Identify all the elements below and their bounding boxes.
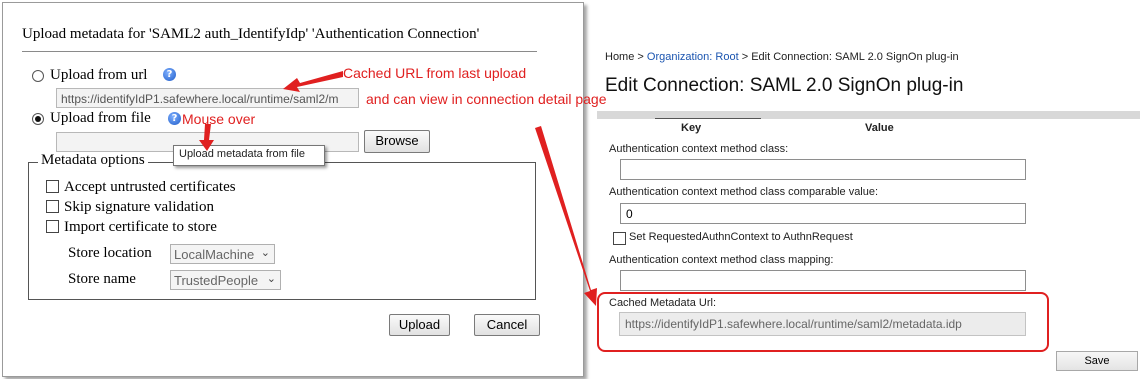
arrow-to-cached-field <box>535 126 597 306</box>
annotation-view-detail: and can view in connection detail page <box>366 91 607 107</box>
arrow-to-tooltip <box>199 124 214 151</box>
arrow-to-url-input <box>283 71 343 92</box>
annotation-mouse-over: Mouse over <box>182 111 256 127</box>
annotation-cached-url: Cached URL from last upload <box>343 65 527 81</box>
annotation-arrows <box>199 71 597 306</box>
